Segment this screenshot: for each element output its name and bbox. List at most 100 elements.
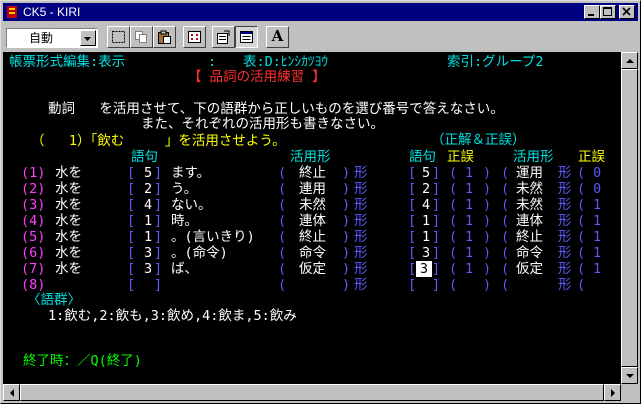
paren-open: (: [577, 261, 586, 277]
vertical-scrollbar[interactable]: [621, 52, 638, 384]
bracket-close: ]: [432, 181, 441, 197]
form-suffix: 形: [354, 261, 368, 277]
choice-field[interactable]: 1: [144, 213, 152, 229]
bracket-open: [: [127, 245, 136, 261]
mode-select-dropdown-button[interactable]: [80, 30, 96, 46]
paren-open: (: [278, 181, 287, 197]
answer-form: 仮定: [516, 261, 543, 277]
table-row: (4) 水を [ 1 ] 時。 ( 連体 ) 形 [ 1 ] ( 1 ) ( 連…: [3, 213, 621, 229]
paren-open: (: [577, 245, 586, 261]
scroll-down-button[interactable]: [621, 367, 638, 384]
form-field[interactable]: 終止: [299, 165, 326, 181]
title-bar[interactable]: CK5 - KIRI: [3, 3, 638, 21]
paren-open: (: [278, 277, 287, 293]
paren-open: (: [577, 277, 586, 293]
answer-heading: （正解＆正誤）: [431, 132, 526, 148]
form-suffix: 形: [354, 277, 368, 293]
horizontal-scrollbar[interactable]: [3, 384, 621, 401]
scroll-right-button[interactable]: [604, 384, 621, 401]
answer-correct: 1: [465, 245, 474, 261]
copy-button[interactable]: [130, 26, 153, 48]
table-row: (1) 水を [ 5 ] ます。 ( 終止 ) 形 [ 5 ] ( 1 ) ( …: [3, 165, 621, 181]
paren-close: ): [483, 181, 492, 197]
choice-field[interactable]: 3: [144, 245, 152, 261]
header-colon: :: [208, 54, 217, 70]
answer-correct: 1: [465, 213, 474, 229]
answer-form-suffix: 形: [558, 261, 572, 277]
row-suffix: 時。: [171, 213, 198, 229]
form-field[interactable]: 仮定: [299, 261, 326, 277]
form-field[interactable]: 命令: [299, 245, 326, 261]
paren-open: (: [577, 229, 586, 245]
bracket-open: [: [408, 197, 417, 213]
answer-correct-2: 1: [593, 213, 602, 229]
paren-open: (: [501, 277, 510, 293]
form-suffix: 形: [354, 213, 368, 229]
scroll-up-button[interactable]: [621, 52, 638, 69]
column-header-answer-phrase: 語句: [409, 149, 436, 165]
column-header-phrase: 語句: [131, 149, 158, 165]
form-field[interactable]: 終止: [299, 229, 326, 245]
paren-open: (: [278, 165, 287, 181]
terminal-screen[interactable]: 帳票形式編集:表示 : 表:D:ﾋﾝｼｶﾂﾖｳ 索引:グループ2 【 品詞の活用…: [3, 52, 621, 384]
header-mode: 帳票形式編集:表示: [9, 54, 126, 70]
bracket-close: ]: [154, 229, 163, 245]
bracket-open: [: [408, 261, 417, 277]
select-range-button[interactable]: [107, 26, 130, 48]
bracket-close: ]: [432, 229, 441, 245]
answer-form-suffix: 形: [558, 165, 572, 181]
paren-close: ): [342, 213, 351, 229]
bracket-open: [: [408, 165, 417, 181]
answer-form-suffix: 形: [558, 245, 572, 261]
paren-open: (: [577, 165, 586, 181]
paren-open: (: [449, 181, 458, 197]
bracket-close: ]: [154, 277, 163, 293]
horizontal-scroll-thumb[interactable]: [20, 384, 604, 401]
choice-field[interactable]: 2: [144, 181, 152, 197]
row-label: 水を: [55, 213, 82, 229]
paren-close: ): [483, 213, 492, 229]
properties-button[interactable]: [212, 26, 235, 48]
choice-field[interactable]: 4: [144, 197, 152, 213]
bracket-close: ]: [154, 165, 163, 181]
scroll-left-button[interactable]: [3, 384, 20, 401]
answer-correct-2: 1: [593, 261, 602, 277]
text-cursor[interactable]: 3: [416, 261, 432, 277]
form-field[interactable]: 連用: [299, 181, 326, 197]
arrow-up-icon: [626, 59, 634, 63]
choice-field[interactable]: 5: [144, 165, 152, 181]
bracket-close: ]: [432, 277, 441, 293]
app-icon[interactable]: [5, 5, 19, 19]
paren-open: (: [449, 261, 458, 277]
paren-open: (: [449, 245, 458, 261]
vertical-scroll-thumb[interactable]: [621, 69, 638, 367]
answer-choice: 4: [422, 197, 431, 213]
minimize-button[interactable]: [584, 5, 600, 19]
form-view-icon: [240, 31, 253, 43]
answer-choice: 1: [422, 213, 431, 229]
choice-field[interactable]: 3: [144, 261, 152, 277]
row-number: (6): [21, 245, 46, 261]
row-number: (7): [21, 261, 46, 277]
bracket-open: [: [408, 245, 417, 261]
paren-open: (: [449, 197, 458, 213]
maximize-button[interactable]: [600, 5, 616, 19]
bracket-open: [: [408, 213, 417, 229]
answer-correct: 1: [465, 261, 474, 277]
answer-correct-2: 0: [593, 181, 602, 197]
choice-field[interactable]: 1: [144, 229, 152, 245]
paren-open: (: [501, 229, 510, 245]
close-button[interactable]: [619, 5, 635, 19]
form-field[interactable]: 未然: [299, 197, 326, 213]
form-field[interactable]: 連体: [299, 213, 326, 229]
word-bank-title: 〈語群〉: [27, 292, 81, 308]
grid-button[interactable]: [183, 26, 206, 48]
answer-form-suffix: 形: [558, 213, 572, 229]
font-button[interactable]: A: [266, 26, 289, 48]
mode-select-value: 自動: [29, 31, 54, 45]
grid-icon: [188, 31, 201, 43]
row-label: 水を: [55, 181, 82, 197]
mode-select[interactable]: 自動: [6, 28, 98, 48]
form-view-button[interactable]: [235, 26, 258, 48]
paste-button[interactable]: [153, 26, 176, 48]
